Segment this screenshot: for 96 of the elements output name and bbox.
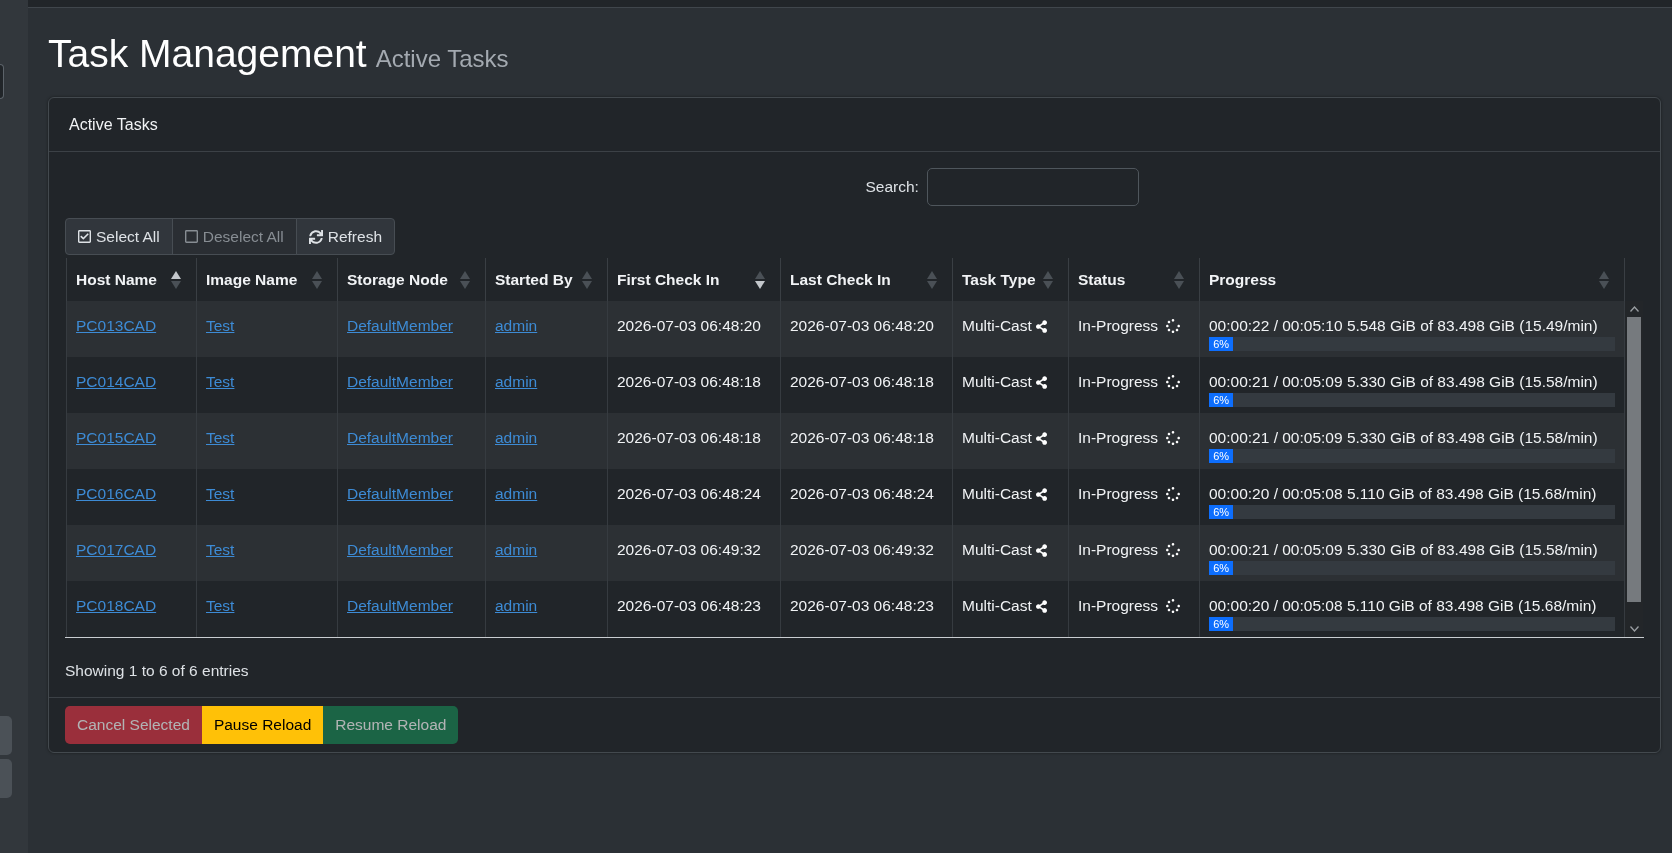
scroll-up-icon[interactable] — [1629, 306, 1639, 312]
share-icon — [1035, 543, 1047, 557]
progress-fill: 6% — [1209, 393, 1234, 407]
table-row[interactable]: PC017CAD Test DefaultMember admin 2026-07-03 06:49:32 2026-07-03 06:49:32 Multi-Cast In-Progress 00:00:21 / 00:05:09 5.330 GiB of 83.498 GiB (15.58/min) 6% — [66, 525, 1625, 581]
share-icon — [1035, 487, 1047, 501]
host-link[interactable]: PC015CAD — [76, 428, 157, 448]
sidebar-button[interactable] — [0, 716, 12, 755]
page-title: Task Management — [48, 32, 367, 75]
table-row[interactable]: PC018CAD Test DefaultMember admin 2026-07-03 06:48:23 2026-07-03 06:48:23 Multi-Cast In-Progress 00:00:20 / 00:05:08 5.110 GiB of 83.498 GiB (15.68/min) 6% — [66, 581, 1625, 637]
sort-icon[interactable] — [755, 270, 765, 289]
progress-text: 00:00:22 / 00:05:10 5.548 GiB of 83.498 GiB (15.49/min) — [1209, 316, 1599, 336]
timestamp: 2026-07-03 06:48:23 — [617, 596, 761, 616]
refresh-button[interactable]: Refresh — [295, 218, 396, 255]
user-link[interactable]: admin — [495, 540, 538, 560]
task-type: Multi-Cast — [962, 540, 1032, 560]
spinner-icon — [1166, 375, 1181, 389]
progress-fill: 6% — [1209, 617, 1234, 631]
share-icon — [1035, 599, 1047, 613]
progress-fill: 6% — [1209, 337, 1234, 351]
timestamp: 2026-07-03 06:48:20 — [617, 316, 761, 336]
image-link[interactable]: Test — [206, 372, 235, 392]
timestamp: 2026-07-03 06:48:23 — [790, 596, 934, 616]
image-link[interactable]: Test — [206, 428, 235, 448]
image-link[interactable]: Test — [206, 316, 235, 336]
action-button[interactable]: Pause Reload — [201, 706, 324, 744]
storage-node-link[interactable]: DefaultMember — [347, 540, 453, 560]
scroll-down-icon[interactable] — [1629, 626, 1639, 632]
user-link[interactable]: admin — [495, 596, 538, 616]
storage-node-link[interactable]: DefaultMember — [347, 316, 453, 336]
host-link[interactable]: PC014CAD — [76, 372, 157, 392]
status-text: In-Progress — [1078, 428, 1159, 448]
progress-text: 00:00:21 / 00:05:09 5.330 GiB of 83.498 GiB (15.58/min) — [1209, 372, 1599, 392]
card-title: Active Tasks — [69, 115, 158, 134]
search-field[interactable] — [926, 168, 1139, 206]
status-text: In-Progress — [1078, 596, 1159, 616]
status-text: In-Progress — [1078, 372, 1159, 392]
timestamp: 2026-07-03 06:48:18 — [790, 428, 934, 448]
share-icon — [1035, 319, 1047, 333]
table-row[interactable]: PC016CAD Test DefaultMember admin 2026-07-03 06:48:24 2026-07-03 06:48:24 Multi-Cast In-Progress 00:00:20 / 00:05:08 5.110 GiB of 83.498 GiB (15.68/min) 6% — [66, 469, 1625, 525]
progress-fill: 6% — [1209, 449, 1234, 463]
sort-icon[interactable] — [171, 270, 181, 289]
select-all-button[interactable]: Select All — [65, 218, 173, 255]
progress-text: 00:00:20 / 00:05:08 5.110 GiB of 83.498 GiB (15.68/min) — [1209, 596, 1598, 616]
timestamp: 2026-07-03 06:49:32 — [790, 540, 934, 560]
image-link[interactable]: Test — [206, 596, 235, 616]
storage-node-link[interactable]: DefaultMember — [347, 596, 453, 616]
spinner-icon — [1166, 319, 1181, 333]
host-link[interactable]: PC018CAD — [76, 596, 157, 616]
storage-node-link[interactable]: DefaultMember — [347, 484, 453, 504]
spinner-icon — [1166, 599, 1181, 613]
timestamp: 2026-07-03 06:48:18 — [617, 428, 761, 448]
table-row[interactable]: PC014CAD Test DefaultMember admin 2026-07-03 06:48:18 2026-07-03 06:48:18 Multi-Cast In-Progress 00:00:21 / 00:05:09 5.330 GiB of 83.498 GiB (15.58/min) 6% — [66, 357, 1625, 413]
user-link[interactable]: admin — [495, 428, 538, 448]
user-link[interactable]: admin — [495, 484, 538, 504]
timestamp: 2026-07-03 06:48:24 — [790, 484, 934, 504]
task-type: Multi-Cast — [962, 484, 1032, 504]
timestamp: 2026-07-03 06:48:18 — [790, 372, 934, 392]
progress-text: 00:00:21 / 00:05:09 5.330 GiB of 83.498 GiB (15.58/min) — [1209, 428, 1599, 448]
timestamp: 2026-07-03 06:48:20 — [790, 316, 934, 336]
table-info: Showing 1 to 6 of 6 entries — [65, 661, 250, 681]
share-icon — [1035, 431, 1047, 445]
status-text: In-Progress — [1078, 484, 1159, 504]
refresh-icon — [308, 229, 323, 244]
spinner-icon — [1166, 487, 1181, 501]
progress-fill: 6% — [1209, 505, 1234, 519]
spinner-icon — [1166, 431, 1181, 445]
task-type: Multi-Cast — [962, 596, 1032, 616]
progress-text: 00:00:21 / 00:05:09 5.330 GiB of 83.498 GiB (15.58/min) — [1209, 540, 1599, 560]
table-row[interactable]: PC015CAD Test DefaultMember admin 2026-07-03 06:48:18 2026-07-03 06:48:18 Multi-Cast In-Progress 00:00:21 / 00:05:09 5.330 GiB of 83.498 GiB (15.58/min) 6% — [66, 413, 1625, 469]
task-type: Multi-Cast — [962, 316, 1032, 336]
page-subtitle: Active Tasks — [375, 45, 509, 72]
timestamp: 2026-07-03 06:48:18 — [617, 372, 761, 392]
scrollbar-thumb[interactable] — [1627, 317, 1641, 602]
sidebar-button[interactable] — [0, 759, 12, 798]
timestamp: 2026-07-03 06:48:24 — [617, 484, 761, 504]
share-icon — [1035, 375, 1047, 389]
storage-node-link[interactable]: DefaultMember — [347, 428, 453, 448]
host-link[interactable]: PC016CAD — [76, 484, 157, 504]
host-link[interactable]: PC013CAD — [76, 316, 157, 336]
progress-fill: 6% — [1209, 561, 1234, 575]
search-label: Search: — [865, 178, 919, 196]
status-text: In-Progress — [1078, 316, 1159, 336]
timestamp: 2026-07-03 06:49:32 — [617, 540, 761, 560]
user-link[interactable]: admin — [495, 316, 538, 336]
status-text: In-Progress — [1078, 540, 1159, 560]
image-link[interactable]: Test — [206, 540, 235, 560]
image-link[interactable]: Test — [206, 484, 235, 504]
progress-text: 00:00:20 / 00:05:08 5.110 GiB of 83.498 GiB (15.68/min) — [1209, 484, 1598, 504]
host-link[interactable]: PC017CAD — [76, 540, 157, 560]
table-row[interactable]: PC013CAD Test DefaultMember admin 2026-07-03 06:48:20 2026-07-03 06:48:20 Multi-Cast In-Progress 00:00:22 / 00:05:10 5.548 GiB of 83.498 GiB (15.49/min) 6% — [66, 301, 1625, 357]
user-link[interactable]: admin — [495, 372, 538, 392]
task-type: Multi-Cast — [962, 428, 1032, 448]
task-type: Multi-Cast — [962, 372, 1032, 392]
spinner-icon — [1166, 543, 1181, 557]
sidebar-field[interactable] — [0, 64, 4, 99]
storage-node-link[interactable]: DefaultMember — [347, 372, 453, 392]
